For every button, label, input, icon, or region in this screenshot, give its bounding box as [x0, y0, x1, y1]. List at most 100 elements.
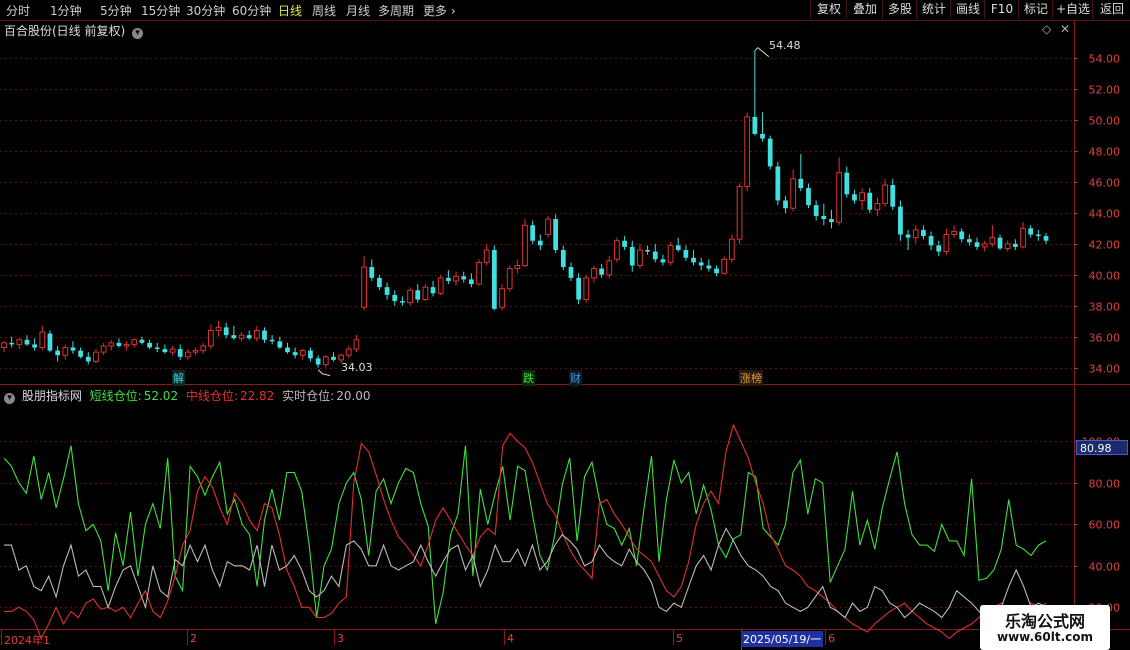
event-marker-finance[interactable]: 财 [569, 370, 582, 386]
candle [974, 237, 980, 251]
candle-body [369, 267, 375, 278]
candle-body [675, 245, 681, 251]
candle-body [192, 350, 199, 353]
indicator-tick-label: 40.00 [1089, 561, 1121, 574]
candle [24, 335, 30, 346]
candle-body [583, 277, 590, 301]
candle-body [813, 205, 819, 216]
event-marker-drop[interactable]: 跌 [522, 370, 535, 386]
candle-body [736, 186, 743, 240]
close-icon[interactable]: ✕ [1060, 22, 1070, 36]
price-tick-label: 40.00 [1089, 270, 1121, 283]
candle [683, 245, 689, 261]
candle [39, 325, 46, 351]
candle [147, 339, 152, 350]
chevron-down-icon[interactable]: ▾ [132, 28, 144, 39]
candle-body [392, 294, 398, 302]
candle [437, 274, 444, 295]
candle [537, 234, 543, 251]
mid-position-value: 22.82 [239, 389, 275, 403]
candle [47, 330, 53, 353]
date-label: 4 [507, 632, 514, 645]
candle [299, 349, 306, 360]
candle [253, 325, 260, 342]
candle-body [545, 218, 551, 236]
candle [744, 112, 751, 192]
candle-body [691, 257, 696, 263]
low-price-label: 34.03 [341, 361, 373, 374]
watermark-logo: 乐淘公式网 www.60lt.com [980, 605, 1110, 650]
candle-body [522, 224, 528, 266]
candle [269, 335, 275, 345]
candle [384, 282, 390, 300]
candle-body [951, 230, 957, 236]
candle [667, 242, 674, 266]
candle [813, 200, 819, 221]
candle [622, 236, 627, 251]
candle [93, 349, 99, 363]
candle-body [852, 194, 857, 201]
event-marker-rank[interactable]: 涨榜 [739, 370, 763, 386]
candle-body [400, 301, 405, 303]
candle [407, 287, 413, 306]
price-tick-label: 36.00 [1089, 332, 1121, 345]
candle [154, 342, 160, 353]
candle-body [39, 331, 46, 349]
candle [246, 330, 252, 340]
candle [1035, 229, 1041, 241]
candle-body [108, 342, 115, 347]
diamond-icon[interactable]: ◇ [1042, 22, 1051, 36]
candle-body [844, 172, 850, 195]
candle [1020, 222, 1026, 249]
candle-body [262, 330, 267, 340]
candle-body [622, 240, 627, 247]
candle [560, 245, 566, 271]
candle-body [422, 286, 429, 301]
candle-body [308, 350, 313, 359]
candle [415, 284, 421, 303]
candle-body [299, 350, 306, 356]
candle [959, 228, 965, 243]
event-marker-unlock[interactable]: 解 [172, 370, 185, 386]
date-label: 3 [337, 632, 344, 645]
candle [637, 243, 643, 269]
candle [576, 273, 582, 305]
price-chart[interactable]: 34.00 36.00 38.00 40.00 42.00 44.00 46.00 48.00… [0, 0, 1130, 650]
candle-body [461, 276, 467, 280]
high-price-label: 54.48 [769, 39, 801, 52]
candle-body [667, 244, 674, 263]
chevron-down-icon[interactable]: ▾ [4, 393, 15, 404]
cursor-date-label: 2025/05/19/一 [741, 631, 824, 647]
short-position-label: 短线仓位: [89, 389, 142, 403]
candle-body [47, 333, 53, 351]
indicator-tick-label: 60.00 [1089, 519, 1121, 532]
candle-body [322, 356, 329, 366]
candle [16, 338, 23, 350]
candle-body [989, 237, 996, 245]
candle-body [338, 354, 344, 361]
candle [345, 345, 352, 359]
candle [798, 154, 804, 192]
candle [422, 284, 429, 302]
candle [9, 336, 15, 348]
candle-body [905, 234, 911, 238]
candle [483, 243, 490, 266]
candle-body [415, 290, 421, 300]
candle [591, 265, 597, 283]
candle [829, 209, 834, 229]
candle [185, 349, 191, 360]
candle-body [874, 203, 881, 211]
candle-body [231, 335, 237, 339]
candle-body [177, 349, 183, 357]
candle-body [55, 350, 61, 356]
candle-body [936, 245, 942, 252]
candle [1012, 239, 1018, 251]
candle [568, 262, 574, 281]
candlestick-series [1, 50, 1049, 368]
cursor-value-box: 80.98 [1076, 440, 1128, 455]
candle [223, 322, 229, 339]
candle-body [728, 238, 735, 260]
indicator-line-real [4, 527, 1047, 625]
candle-body [277, 341, 283, 348]
candle-body [790, 178, 797, 209]
